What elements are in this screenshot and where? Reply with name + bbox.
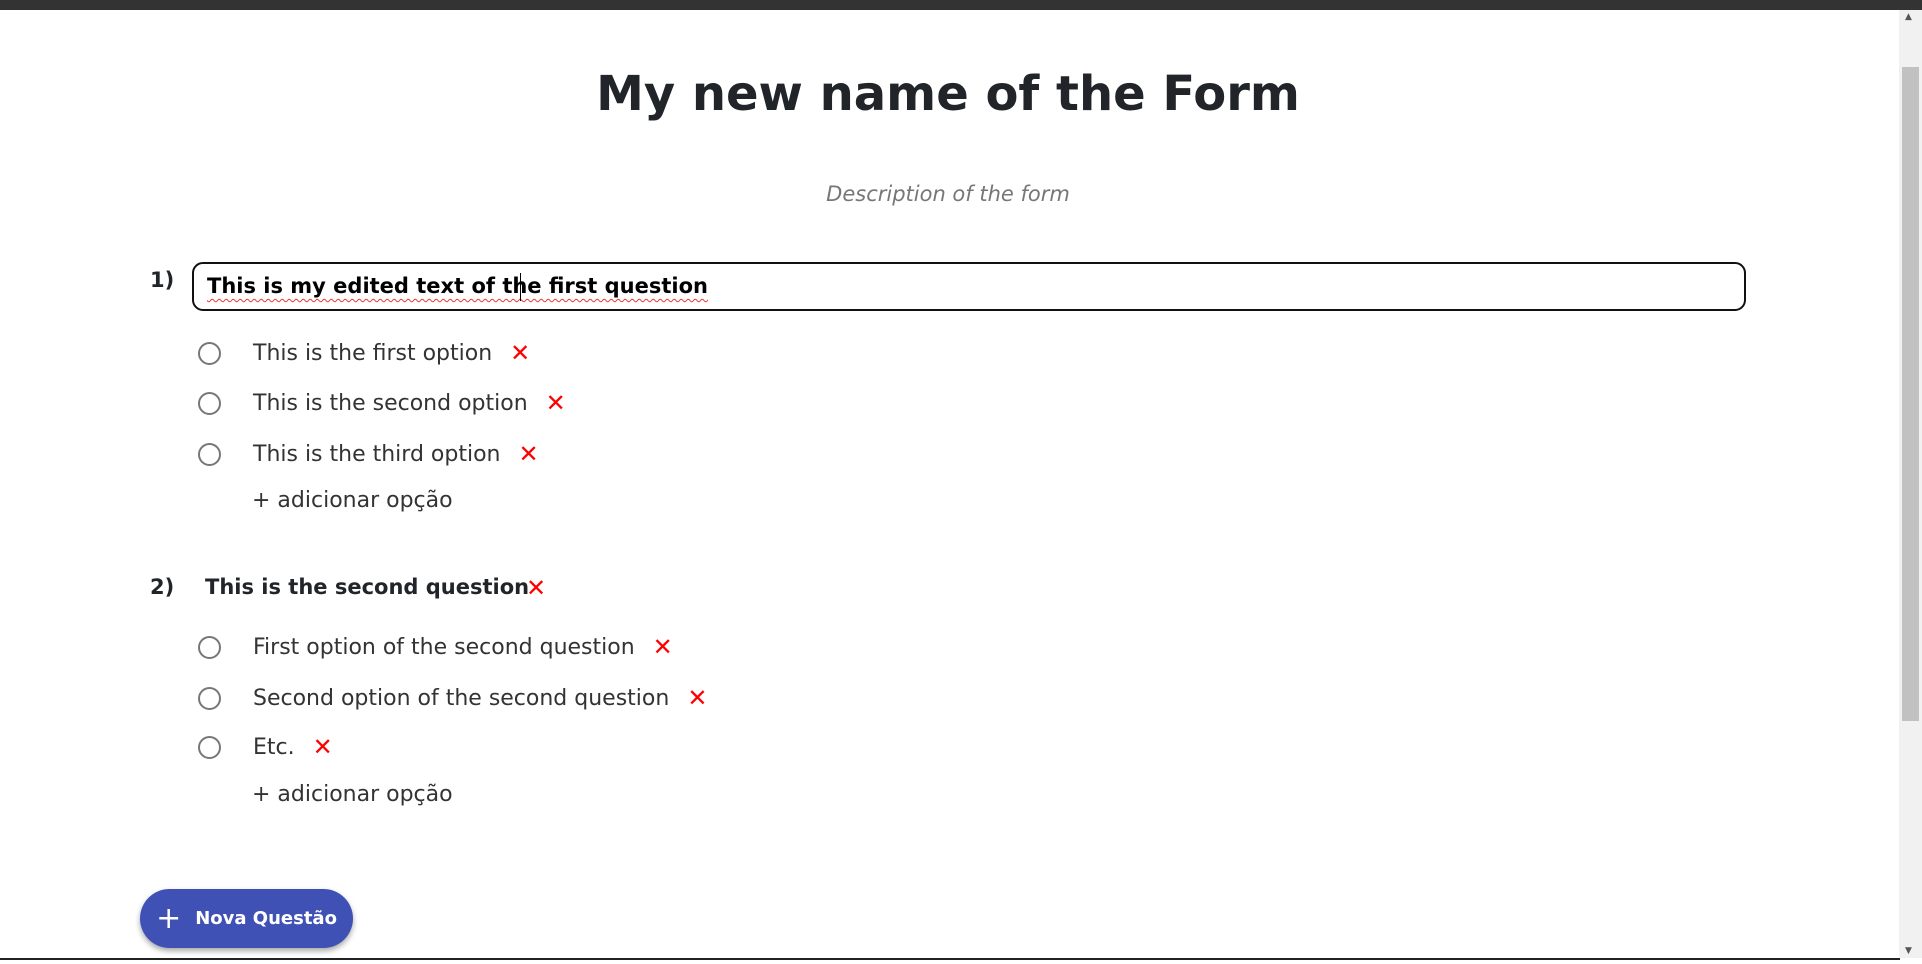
radio-button[interactable] (198, 341, 221, 365)
question-text-input[interactable]: This is my edited text of the first ques… (192, 262, 1746, 311)
option-label[interactable]: First option of the second question (253, 635, 635, 660)
radio-button[interactable] (198, 635, 221, 659)
question-number: 2) (150, 575, 175, 599)
option-item: This is the third option ✕ (198, 439, 539, 469)
option-label[interactable]: This is the first option (253, 341, 492, 366)
delete-option-icon[interactable]: ✕ (653, 635, 673, 659)
add-option-button[interactable]: + adicionar opção (252, 782, 453, 807)
delete-option-icon[interactable]: ✕ (313, 735, 333, 759)
option-item: This is the second option ✕ (198, 388, 566, 418)
text-caret (520, 273, 521, 301)
bottom-border (0, 958, 1900, 960)
plus-icon: + (156, 900, 182, 936)
option-label[interactable]: Second option of the second question (253, 686, 669, 711)
option-label[interactable]: Etc. (253, 735, 295, 760)
option-item: This is the first option ✕ (198, 338, 530, 368)
scrollbar[interactable]: ▲ ▼ (1899, 10, 1922, 958)
delete-option-icon[interactable]: ✕ (546, 391, 566, 415)
form-title[interactable]: My new name of the Form (0, 66, 1896, 122)
question-text-value: This is my edited text of the first ques… (207, 274, 708, 298)
radio-button[interactable] (198, 686, 221, 710)
scroll-up-icon[interactable]: ▲ (1905, 12, 1912, 22)
question-number: 1) (150, 268, 175, 292)
form-description[interactable]: Description of the form (0, 182, 1896, 206)
browser-top-bar (0, 0, 1922, 10)
question-text[interactable]: This is the second question (205, 575, 529, 599)
new-question-label: Nova Questão (195, 908, 337, 929)
option-label[interactable]: This is the third option (253, 442, 500, 467)
radio-button[interactable] (198, 442, 221, 466)
delete-question-icon[interactable]: ✕ (526, 574, 546, 602)
option-item: First option of the second question ✕ (198, 632, 673, 662)
scrollbar-thumb[interactable] (1902, 67, 1919, 721)
radio-button[interactable] (198, 391, 221, 415)
radio-button[interactable] (198, 735, 221, 759)
scroll-down-icon[interactable]: ▼ (1905, 946, 1912, 956)
delete-option-icon[interactable]: ✕ (518, 442, 538, 466)
new-question-button[interactable]: + Nova Questão (140, 889, 353, 948)
add-option-button[interactable]: + adicionar opção (252, 488, 453, 513)
delete-option-icon[interactable]: ✕ (510, 341, 530, 365)
option-item: Etc. ✕ (198, 732, 333, 762)
option-item: Second option of the second question ✕ (198, 683, 707, 713)
option-label[interactable]: This is the second option (253, 391, 528, 416)
delete-option-icon[interactable]: ✕ (687, 686, 707, 710)
